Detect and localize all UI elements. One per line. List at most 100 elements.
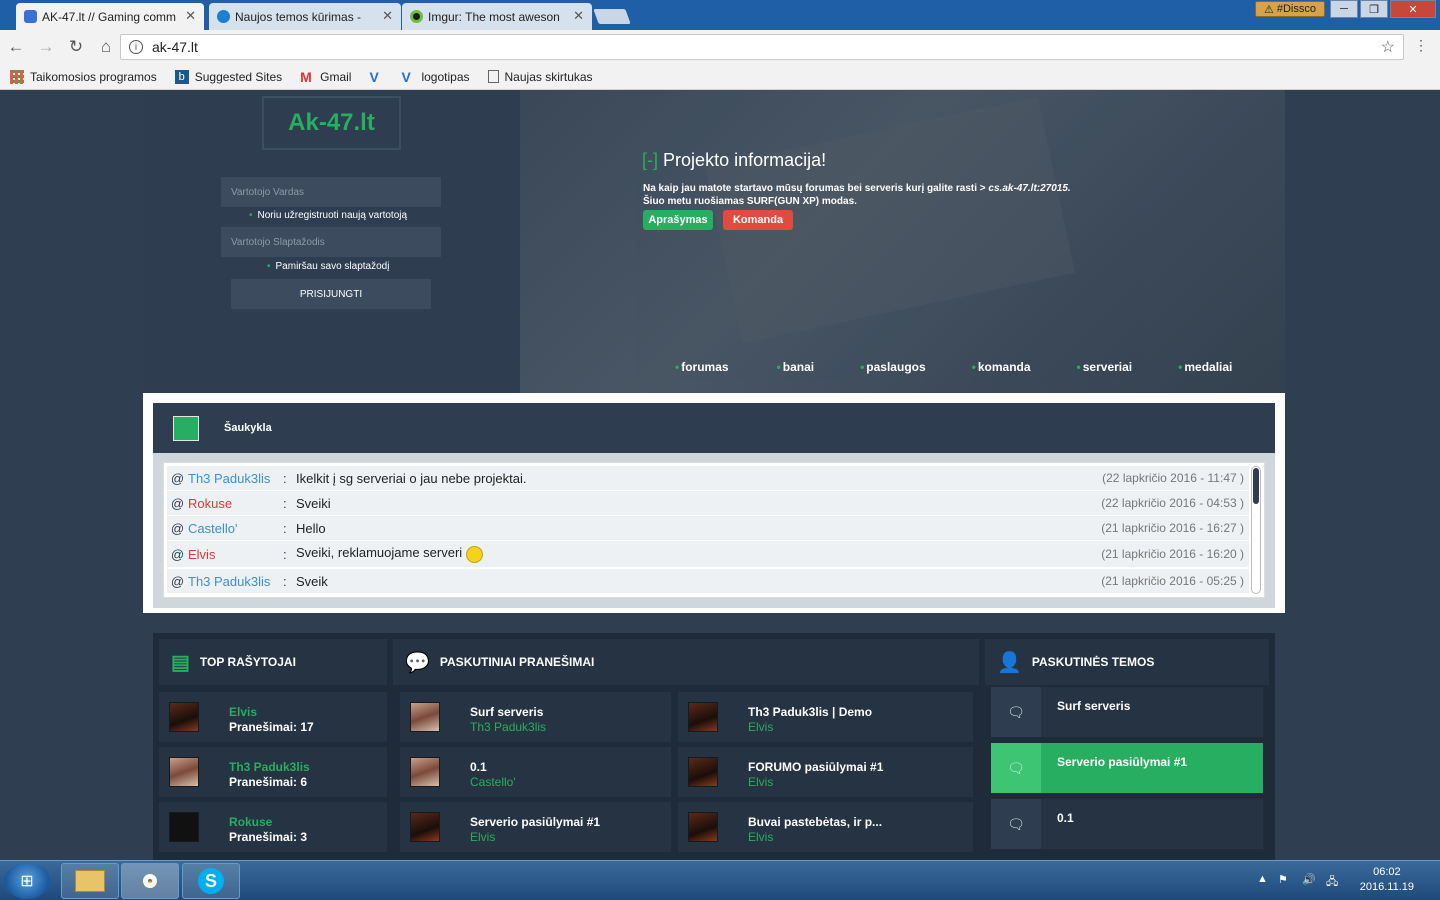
bookmark-unnamed[interactable]: V bbox=[369, 70, 383, 84]
nav-medaliai[interactable]: • medaliai bbox=[1178, 360, 1232, 374]
topic-title[interactable]: 0.1 bbox=[1057, 811, 1074, 825]
profile-badge[interactable]: ⚠ #Dissco bbox=[1255, 1, 1325, 17]
post-card[interactable]: FORUMO pasiūlymai #1 Elvis bbox=[678, 747, 973, 797]
nav-serveriai[interactable]: • serveriai bbox=[1077, 360, 1133, 374]
browser-tab-active[interactable]: AK-47.lt // Gaming comm ✕ bbox=[16, 3, 204, 30]
address-bar[interactable]: i ak-47.lt ☆ bbox=[120, 34, 1404, 60]
writer-name[interactable]: Elvis bbox=[229, 705, 257, 719]
shout-author[interactable]: Th3 Paduk3lis bbox=[188, 574, 283, 589]
shout-message-wrap: Sveiki, reklamuojame serveri bbox=[296, 545, 1101, 563]
post-title[interactable]: Buvai pastebėtas, ir p... bbox=[748, 815, 882, 829]
clock[interactable]: 06:02 2016.11.19 bbox=[1360, 865, 1414, 895]
writer-name[interactable]: Th3 Paduk3lis bbox=[229, 760, 310, 774]
close-window-button[interactable]: ✕ bbox=[1390, 0, 1436, 18]
back-arrow-icon[interactable]: ← bbox=[2, 33, 30, 61]
password-input[interactable]: Vartotojo Slaptažodis bbox=[221, 227, 441, 257]
maximize-button[interactable]: ❐ bbox=[1360, 0, 1388, 18]
writer-card[interactable]: Th3 Paduk3lis Pranešimai: 6 bbox=[159, 747, 387, 797]
topic-title[interactable]: Surf serveris bbox=[1057, 699, 1130, 713]
new-tab-button[interactable] bbox=[593, 9, 631, 24]
post-title[interactable]: Surf serveris bbox=[470, 705, 543, 719]
nav-banai[interactable]: • banai bbox=[777, 360, 815, 374]
topic-title[interactable]: Serverio pasiūlymai #1 bbox=[1057, 755, 1187, 769]
writer-name[interactable]: Rokuse bbox=[229, 815, 272, 829]
minimize-button[interactable]: ─ bbox=[1330, 0, 1358, 18]
mention-icon[interactable]: @ bbox=[167, 471, 188, 486]
shoutbox-scrollbar[interactable] bbox=[1251, 466, 1261, 594]
hero-background bbox=[520, 90, 1285, 393]
bookmark-gmail[interactable]: M Gmail bbox=[300, 70, 351, 84]
network-icon[interactable]: 🖧 bbox=[1326, 873, 1338, 892]
writer-posts: Pranešimai: 3 bbox=[229, 830, 308, 844]
close-tab-icon[interactable]: ✕ bbox=[185, 8, 196, 24]
site-logo[interactable]: Ak-47.lt bbox=[262, 96, 401, 150]
post-author[interactable]: Th3 Paduk3lis bbox=[470, 720, 546, 734]
info-icon[interactable]: i bbox=[129, 40, 143, 54]
windows-start-icon[interactable]: ⊞ bbox=[4, 863, 50, 899]
bookmark-new-tab[interactable]: Naujas skirtukas bbox=[487, 70, 593, 84]
writer-card[interactable]: Rokuse Pranešimai: 3 bbox=[159, 802, 387, 852]
bookmark-suggested-sites[interactable]: b Suggested Sites bbox=[174, 69, 282, 84]
post-author[interactable]: Castello' bbox=[470, 775, 516, 789]
post-title[interactable]: Serverio pasiūlymai #1 bbox=[470, 815, 600, 829]
skype-taskbar-icon[interactable]: S bbox=[182, 863, 240, 899]
mention-icon[interactable]: @ bbox=[167, 521, 188, 536]
forgot-password-link[interactable]: • Pamiršau savo slaptažodį bbox=[267, 261, 389, 272]
shout-row: @ Th3 Paduk3lis : Ikelkit į sg serveriai… bbox=[167, 466, 1249, 491]
file-explorer-icon[interactable] bbox=[61, 863, 119, 899]
show-hidden-icons-icon[interactable]: ▲ bbox=[1257, 873, 1268, 885]
shout-time: (22 lapkričio 2016 - 11:47 ) bbox=[1102, 471, 1244, 485]
topic-card-active[interactable]: 🗨 Serverio pasiūlymai #1 bbox=[991, 743, 1263, 793]
post-author[interactable]: Elvis bbox=[748, 830, 773, 844]
nav-paslaugos[interactable]: • paslaugos bbox=[860, 360, 926, 374]
shout-row: @ Elvis : Sveiki, reklamuojame serveri (… bbox=[167, 541, 1249, 568]
main-nav: • forumas • banai • paslaugos • komanda • ser… bbox=[675, 360, 1232, 374]
bookmark-apps[interactable]: Taikomosios programos bbox=[10, 69, 157, 84]
chrome-taskbar-icon[interactable] bbox=[121, 863, 179, 899]
username-input[interactable]: Vartotojo Vardas bbox=[221, 177, 441, 207]
post-title[interactable]: 0.1 bbox=[470, 760, 487, 774]
post-author[interactable]: Elvis bbox=[748, 775, 773, 789]
shoutbox-header: Šaukykla bbox=[153, 403, 1275, 453]
post-author[interactable]: Elvis bbox=[470, 830, 495, 844]
reload-icon[interactable]: ↻ bbox=[62, 33, 90, 61]
shout-author[interactable]: Elvis bbox=[188, 547, 283, 562]
nav-forumas[interactable]: • forumas bbox=[675, 360, 729, 374]
mention-icon[interactable]: @ bbox=[167, 496, 188, 511]
browser-tab[interactable]: Naujos temos kūrimas - ✕ bbox=[209, 3, 401, 30]
bookmark-logotipas[interactable]: Vlogotipas bbox=[401, 70, 469, 84]
post-card[interactable]: Serverio pasiūlymai #1 Elvis bbox=[400, 802, 671, 852]
team-button[interactable]: Komanda bbox=[723, 210, 793, 230]
chrome-menu-icon[interactable]: ⋮ bbox=[1414, 37, 1428, 54]
forward-arrow-icon[interactable]: → bbox=[32, 33, 60, 61]
register-link[interactable]: • Noriu užregistruoti naują vartotoją bbox=[249, 210, 407, 221]
close-tab-icon[interactable]: ✕ bbox=[573, 8, 584, 24]
nav-komanda[interactable]: • komanda bbox=[972, 360, 1031, 374]
scrollbar-thumb[interactable] bbox=[1253, 468, 1259, 504]
site-wrapper: Ak-47.lt Vartotojo Vardas • Noriu užregis… bbox=[143, 90, 1285, 860]
separator: : bbox=[283, 520, 287, 536]
close-tab-icon[interactable]: ✕ bbox=[382, 8, 393, 24]
browser-tab[interactable]: Imgur: The most aweson ✕ bbox=[402, 3, 592, 30]
writer-card[interactable]: Elvis Pranešimai: 17 bbox=[159, 692, 387, 742]
bookmark-star-icon[interactable]: ☆ bbox=[1381, 37, 1395, 57]
home-icon[interactable]: ⌂ bbox=[92, 33, 120, 61]
post-card[interactable]: Surf serveris Th3 Paduk3lis bbox=[400, 692, 671, 742]
post-author[interactable]: Elvis bbox=[748, 720, 773, 734]
post-card[interactable]: 0.1 Castello' bbox=[400, 747, 671, 797]
description-button[interactable]: Aprašymas bbox=[643, 210, 713, 230]
post-card[interactable]: Th3 Paduk3lis | Demo Elvis bbox=[678, 692, 973, 742]
post-title[interactable]: FORUMO pasiūlymai #1 bbox=[748, 760, 883, 774]
topic-card[interactable]: 🗨 0.1 bbox=[991, 799, 1263, 849]
post-card[interactable]: Buvai pastebėtas, ir p... Elvis bbox=[678, 802, 973, 852]
mention-icon[interactable]: @ bbox=[167, 547, 188, 562]
post-title[interactable]: Th3 Paduk3lis | Demo bbox=[748, 705, 872, 719]
login-button[interactable]: PRISIJUNGTI bbox=[231, 279, 431, 309]
action-center-flag-icon[interactable]: ⚑ bbox=[1278, 873, 1288, 886]
topic-card[interactable]: 🗨 Surf serveris bbox=[991, 687, 1263, 737]
shout-author[interactable]: Th3 Paduk3lis bbox=[188, 471, 283, 486]
shout-author[interactable]: Castello' bbox=[188, 521, 283, 536]
mention-icon[interactable]: @ bbox=[167, 574, 188, 589]
shout-author[interactable]: Rokuse bbox=[188, 496, 283, 511]
volume-icon[interactable]: 🔊 bbox=[1302, 873, 1316, 886]
